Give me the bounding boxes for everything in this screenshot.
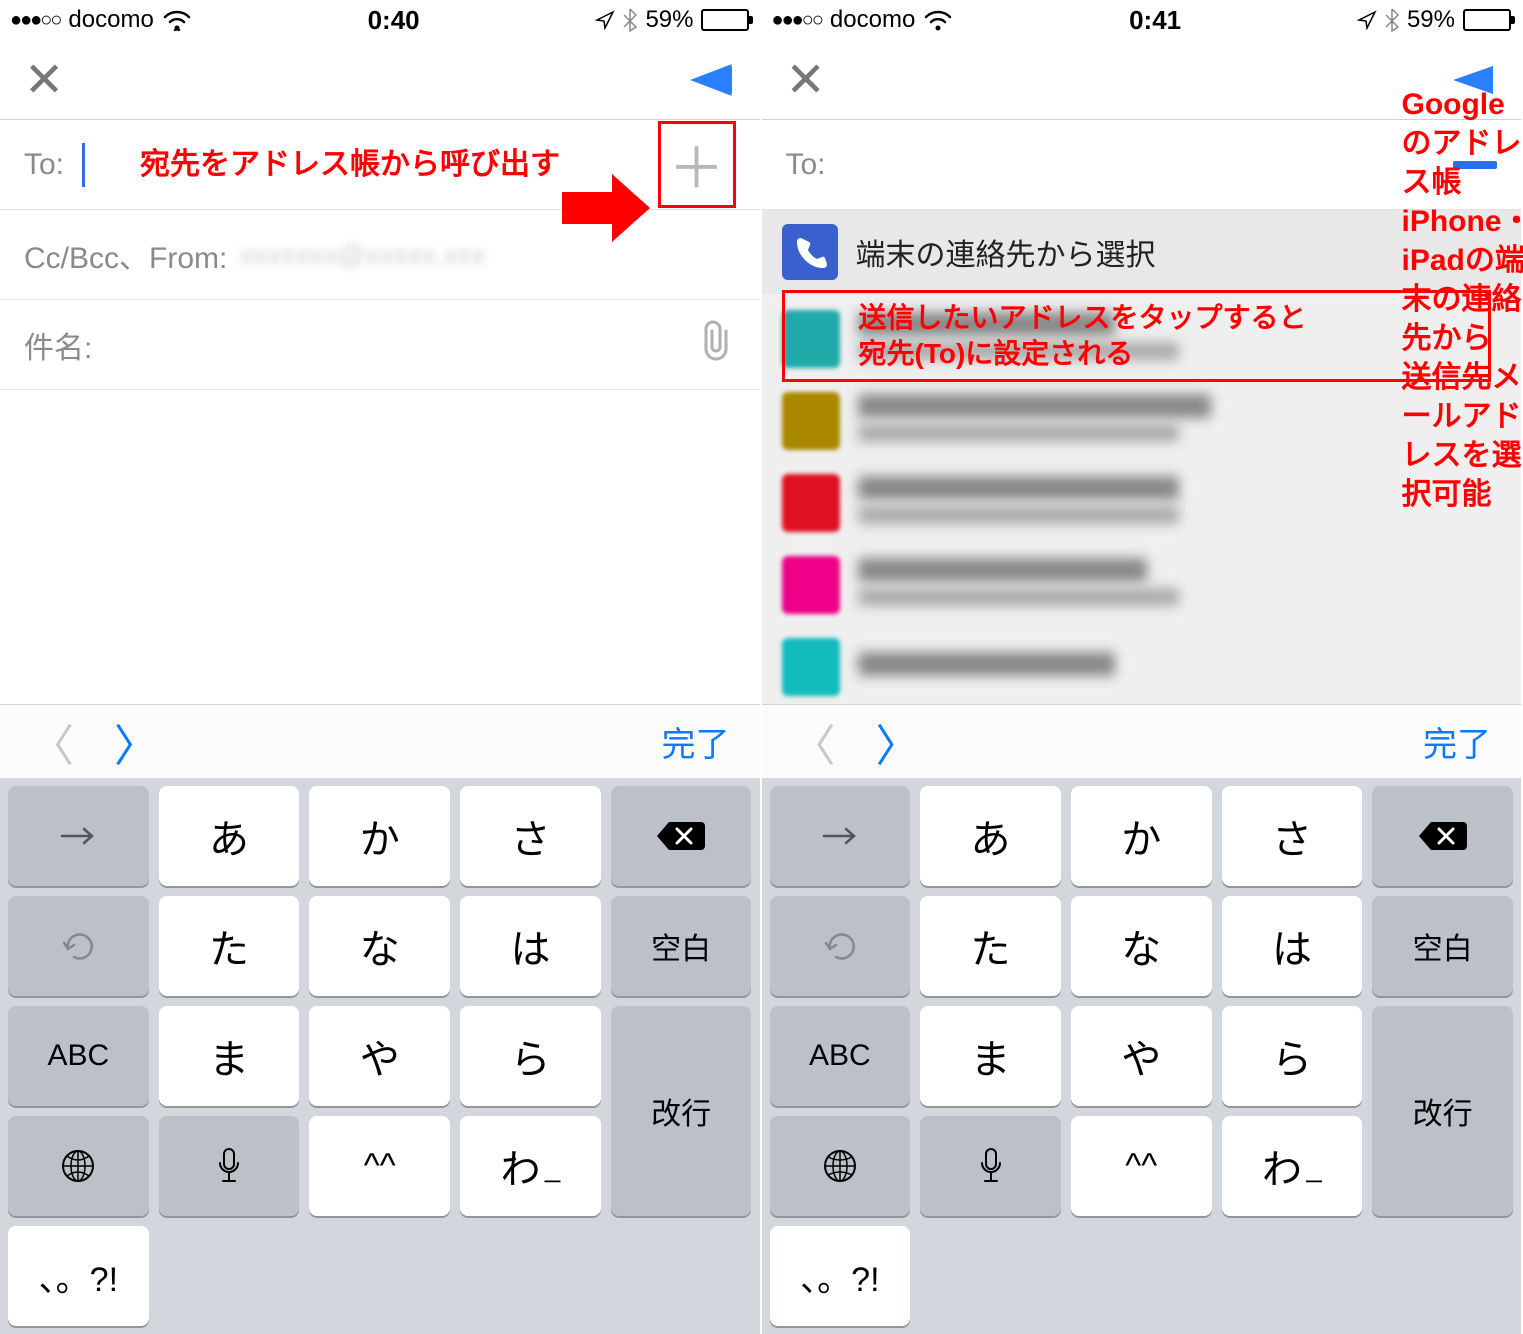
annotation-arrow-icon: [562, 168, 652, 253]
key-enter[interactable]: 改行: [1372, 1006, 1513, 1216]
key-punct[interactable]: 、。?!: [8, 1226, 149, 1326]
key-na[interactable]: な: [1071, 896, 1212, 996]
key-undo[interactable]: [8, 896, 149, 996]
carrier-label: docomo: [830, 6, 915, 34]
key-wa[interactable]: わー: [1222, 1116, 1363, 1216]
cc-bcc-from-label: Cc/Bcc、From:: [24, 233, 227, 277]
status-bar: ●●●○○ docomo 0:40 59%: [0, 0, 760, 40]
phone-left: ●●●○○ docomo 0:40 59% ✕ To: 宛先をアドレス帳から呼び…: [0, 0, 762, 1334]
key-ta[interactable]: た: [159, 896, 300, 996]
key-ta[interactable]: た: [920, 896, 1061, 996]
add-contact-button[interactable]: ＋: [658, 121, 736, 208]
keyboard-done-button[interactable]: 完了: [662, 717, 730, 766]
key-undo[interactable]: [770, 896, 911, 996]
key-globe[interactable]: [8, 1116, 149, 1216]
key-next-candidate[interactable]: [8, 786, 149, 886]
key-ra[interactable]: ら: [460, 1006, 601, 1106]
close-button[interactable]: ✕: [24, 52, 64, 108]
prev-field-button[interactable]: 〈: [792, 710, 836, 774]
prev-field-button[interactable]: 〈: [30, 710, 74, 774]
battery-icon: [1463, 9, 1511, 31]
attachment-icon[interactable]: [696, 319, 736, 371]
key-abc[interactable]: ABC: [770, 1006, 911, 1106]
compose-body[interactable]: [0, 390, 760, 704]
send-button[interactable]: [688, 60, 736, 100]
text-cursor: [82, 143, 85, 187]
wifi-icon: [162, 9, 192, 31]
key-sa[interactable]: さ: [460, 786, 601, 886]
key-ha[interactable]: は: [1222, 896, 1363, 996]
wifi-icon: [923, 9, 953, 31]
key-enter[interactable]: 改行: [611, 1006, 752, 1216]
key-ma[interactable]: ま: [920, 1006, 1061, 1106]
battery-pct: 59%: [645, 6, 693, 34]
key-mic[interactable]: [159, 1116, 300, 1216]
signal-dots-icon: ●●●○○: [10, 9, 60, 32]
key-next-candidate[interactable]: [770, 786, 911, 886]
key-mic[interactable]: [920, 1116, 1061, 1216]
key-ha[interactable]: は: [460, 896, 601, 996]
annotation-add-contact: 宛先をアドレス帳から呼び出す: [140, 120, 560, 209]
from-address-blurred: xxxxxxx@xxxxx.xxx: [239, 239, 485, 271]
key-emoticon[interactable]: ^^: [1071, 1116, 1212, 1216]
keyboard-accessory: 〈 〉 完了: [0, 704, 760, 778]
close-button[interactable]: ✕: [786, 52, 826, 108]
key-globe[interactable]: [770, 1116, 911, 1216]
location-icon: [595, 10, 615, 30]
compose-header: ✕: [0, 40, 760, 120]
next-field-button[interactable]: 〉: [876, 710, 920, 774]
key-ya[interactable]: や: [309, 1006, 450, 1106]
key-punct[interactable]: 、。?!: [770, 1226, 911, 1326]
next-field-button[interactable]: 〉: [114, 710, 158, 774]
key-ka[interactable]: か: [309, 786, 450, 886]
key-space[interactable]: 空白: [1372, 896, 1513, 996]
subject-label: 件名:: [24, 323, 92, 367]
contact-row-blurred[interactable]: [762, 626, 1522, 704]
key-ra[interactable]: ら: [1222, 1006, 1363, 1106]
key-sa[interactable]: さ: [1222, 786, 1363, 886]
battery-icon: [701, 9, 749, 31]
bluetooth-icon: [1385, 8, 1399, 32]
carrier-label: docomo: [68, 6, 153, 34]
to-label: To:: [24, 148, 64, 182]
keyboard-done-button[interactable]: 完了: [1423, 717, 1491, 766]
status-bar: ●●●○○ docomo 0:41 59%: [762, 0, 1522, 40]
key-ya[interactable]: や: [1071, 1006, 1212, 1106]
key-a[interactable]: あ: [159, 786, 300, 886]
to-label: To:: [786, 148, 826, 182]
battery-pct: 59%: [1407, 6, 1455, 34]
annotation-tap-address: 送信したいアドレスをタップすると 宛先(To)に設定される: [782, 290, 1492, 382]
keyboard-accessory: 〈 〉 完了: [762, 704, 1522, 778]
signal-dots-icon: ●●●○○: [772, 9, 822, 32]
contact-row-blurred[interactable]: [762, 544, 1522, 626]
keyboard: あ か さ た な は 空白 ABC ま や ら 改行 ^^ わー 、。?!: [762, 778, 1522, 1334]
bluetooth-icon: [623, 8, 637, 32]
contact-device-label: 端末の連絡先から選択: [856, 230, 1156, 274]
clock: 0:41: [1129, 5, 1181, 36]
key-ka[interactable]: か: [1071, 786, 1212, 886]
key-a[interactable]: あ: [920, 786, 1061, 886]
phone-icon: [782, 224, 838, 280]
key-emoticon[interactable]: ^^: [309, 1116, 450, 1216]
key-backspace[interactable]: [611, 786, 752, 886]
key-backspace[interactable]: [1372, 786, 1513, 886]
key-space[interactable]: 空白: [611, 896, 752, 996]
key-abc[interactable]: ABC: [8, 1006, 149, 1106]
keyboard: あ か さ た な は 空白 ABC ま や ら 改行 ^^ わー 、。?!: [0, 778, 760, 1334]
key-wa[interactable]: わー: [460, 1116, 601, 1216]
key-ma[interactable]: ま: [159, 1006, 300, 1106]
subject-row[interactable]: 件名:: [0, 300, 760, 390]
phone-right: ●●●○○ docomo 0:41 59% ✕ Googleのアドレス帳 iPh…: [762, 0, 1523, 1334]
clock: 0:40: [368, 5, 420, 36]
key-na[interactable]: な: [309, 896, 450, 996]
location-icon: [1357, 10, 1377, 30]
